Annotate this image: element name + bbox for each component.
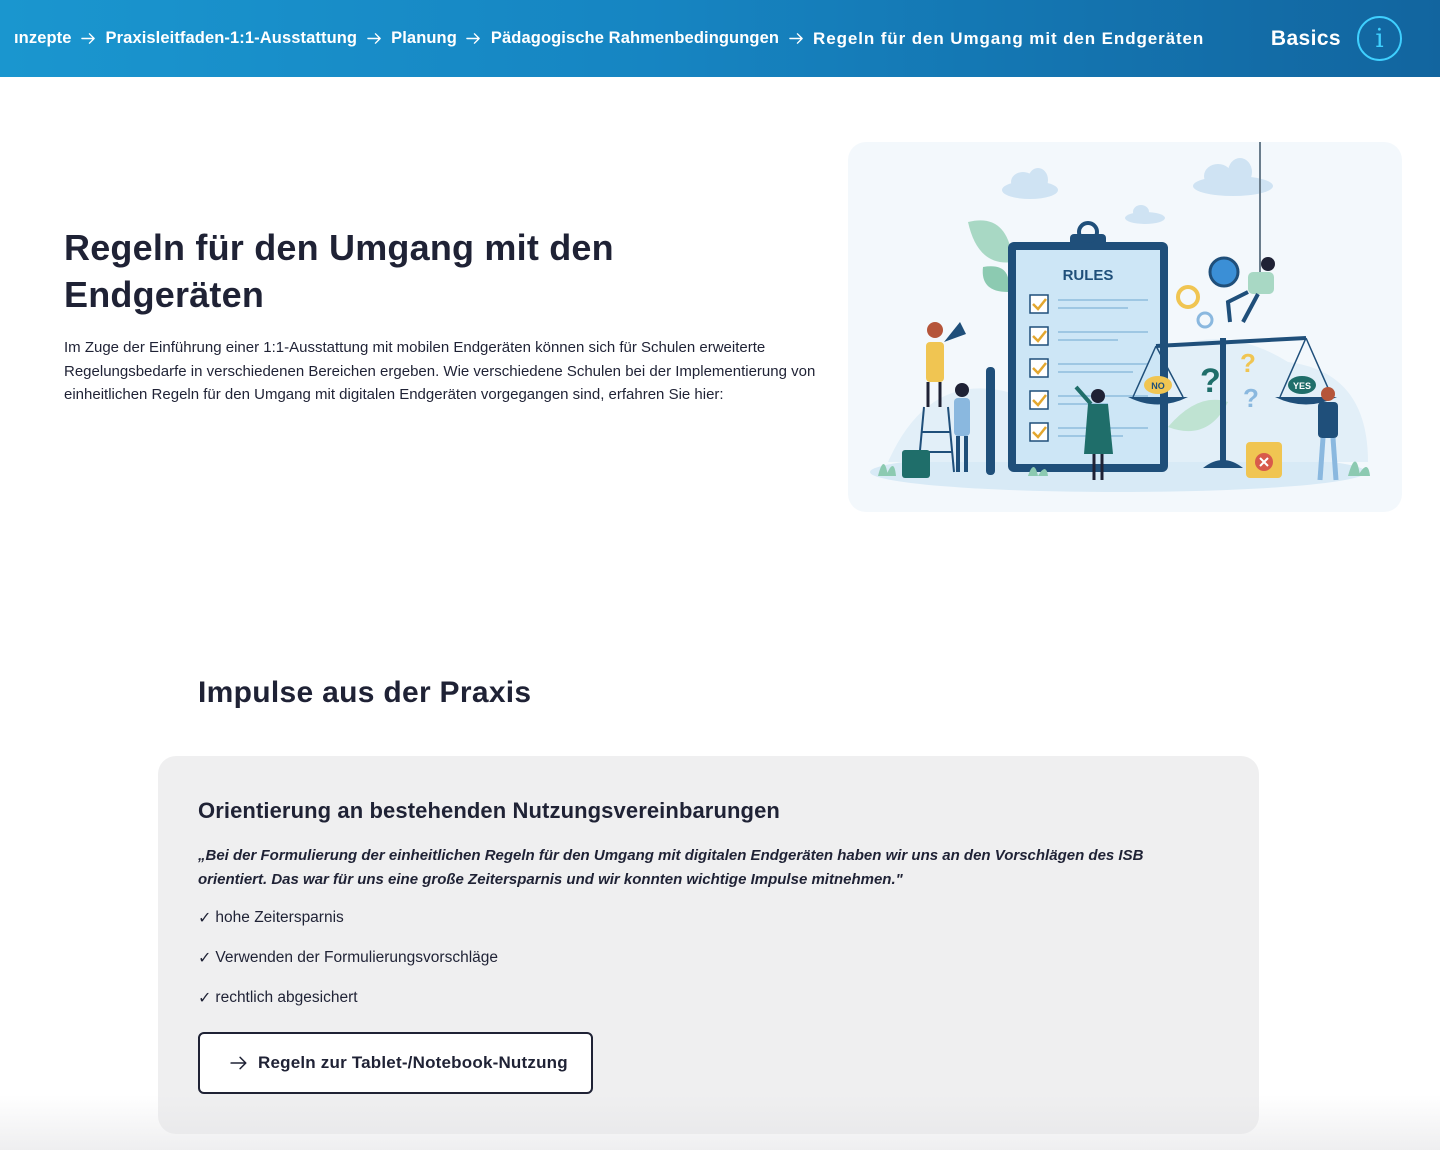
breadcrumb-item-praxisleitfaden[interactable]: Praxisleitfaden-1:1-Ausstattung (106, 29, 358, 48)
question-mark-icon: ? (1243, 383, 1259, 413)
rules-tablet-notebook-button[interactable]: Regeln zur Tablet-/Notebook-Nutzung (198, 1032, 593, 1094)
puzzle-piece-icon (902, 450, 930, 478)
clipboard-label: RULES (1063, 267, 1114, 284)
rules-illustration: RULES NO YES ? ? ? (848, 142, 1402, 512)
list-item: ✓ Verwenden der Formulierungsvorschläge (198, 948, 498, 988)
gear-icon (1196, 311, 1214, 329)
intro-text: Im Zuge der Einführung einer 1:1-Ausstat… (64, 339, 816, 403)
rules-illustration-graphic: RULES NO YES ? ? ? (870, 142, 1370, 492)
info-button[interactable]: i (1357, 16, 1402, 61)
checkmark-icon: ✓ (198, 988, 212, 1007)
list-item-label: hohe Zeitersparnis (215, 909, 344, 926)
arrow-right-icon (230, 1056, 247, 1070)
clouds-decoration (1002, 158, 1273, 224)
list-item: ✓ hohe Zeitersparnis (198, 908, 498, 948)
impulse-card: Orientierung an bestehenden Nutzungsvere… (158, 756, 1259, 1134)
quote-text: „Bei der Formulierung der einheitlichen … (198, 847, 1144, 888)
gear-icon (1208, 256, 1240, 288)
breadcrumb: ınzepte Praxisleitfaden-1:1-Ausstattung … (14, 29, 1237, 49)
arrow-right-icon (72, 29, 106, 49)
top-navigation-bar: ınzepte Praxisleitfaden-1:1-Ausstattung … (0, 0, 1440, 77)
gear-icon (1176, 285, 1200, 309)
breadcrumb-current-page: Regeln für den Umgang mit den Endgeräten (813, 28, 1205, 48)
benefit-checklist: ✓ hohe Zeitersparnis ✓ Verwenden der Formu… (198, 908, 498, 1028)
arrow-right-icon (779, 29, 813, 49)
checkmark-icon: ✓ (198, 908, 212, 927)
arrow-right-icon (457, 29, 491, 49)
breadcrumb-item-planung[interactable]: Planung (391, 29, 457, 48)
list-item-label: Verwenden der Formulierungsvorschläge (215, 949, 499, 966)
breadcrumb-item-konzepte[interactable]: ınzepte (14, 29, 72, 48)
list-item-label: rechtlich abgesichert (215, 989, 358, 1006)
checkmark-icon: ✓ (198, 948, 212, 967)
arrow-right-icon (357, 29, 391, 49)
scale-yes-label: YES (1293, 381, 1311, 391)
scale-no-label: NO (1151, 381, 1165, 391)
breadcrumb-item-paedagogische-rahmenbedingungen[interactable]: Pädagogische Rahmenbedingungen (491, 29, 779, 48)
section-title-impulse: Impulse aus der Praxis (198, 676, 532, 709)
list-item: ✓ rechtlich abgesichert (198, 988, 498, 1028)
card-title: Orientierung an bestehenden Nutzungsvere… (198, 798, 780, 823)
basics-link[interactable]: Basics (1271, 27, 1341, 51)
question-mark-icon: ? (1240, 348, 1256, 378)
button-label: Regeln zur Tablet-/Notebook-Nutzung (258, 1053, 568, 1072)
page-title: Regeln für den Umgang mit den Endgeräten (64, 227, 614, 315)
info-icon: i (1375, 23, 1384, 54)
question-mark-icon: ? (1200, 362, 1221, 400)
